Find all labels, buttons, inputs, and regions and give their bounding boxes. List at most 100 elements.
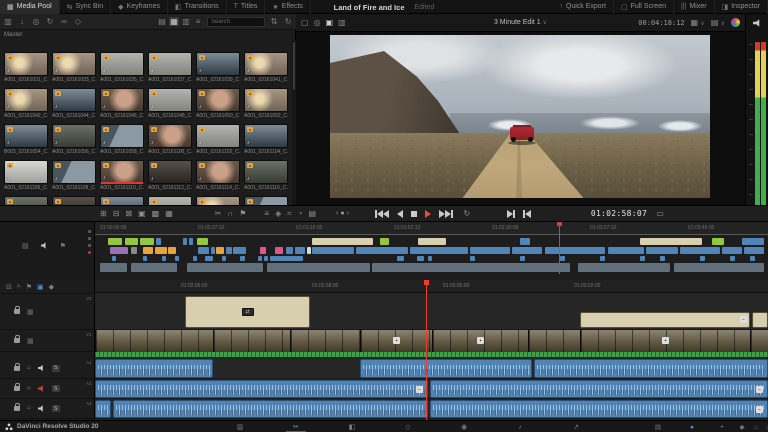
overview-clip[interactable] [397, 256, 404, 261]
camera-view-icon[interactable]: ▥ [338, 18, 346, 27]
overview-clip[interactable] [189, 238, 193, 245]
overview-clip[interactable] [187, 263, 263, 272]
overview-clip[interactable] [286, 247, 293, 254]
topbar-button-transitions[interactable]: ◧Transitions [168, 0, 227, 14]
previous-edit-icon[interactable] [523, 210, 531, 218]
page-fairlight-button[interactable]: ♪ [508, 421, 532, 432]
overview-clip[interactable] [608, 247, 644, 254]
topbar-button-effects[interactable]: ★Effects [265, 0, 311, 14]
next-edit-icon[interactable] [507, 210, 515, 218]
camera-lock-icon[interactable]: ▤ [308, 209, 316, 218]
media-clip[interactable]: ♪A001_02161058_C… [100, 124, 144, 155]
media-clip[interactable]: ♪A001_02161104_C… [244, 124, 288, 155]
media-clip[interactable]: ♪A001_02161128_C… [244, 196, 288, 205]
overview-clip[interactable] [226, 247, 232, 254]
overview-clip[interactable] [520, 256, 525, 261]
overview-clip[interactable] [560, 256, 565, 261]
overview-clip[interactable] [722, 247, 742, 254]
audio-clip-a1[interactable] [534, 359, 768, 378]
overview-clip[interactable] [156, 238, 161, 245]
overview-clip[interactable] [640, 256, 645, 261]
display-dropdown[interactable]: ▤ ∨ [711, 18, 725, 27]
overview-clip[interactable] [222, 256, 226, 261]
media-clip[interactable]: ♪A001_02161102_C… [196, 124, 240, 155]
overview-clip[interactable] [275, 247, 283, 254]
media-clip[interactable]: ♪A001_02161116_C… [244, 160, 288, 191]
overview-clip[interactable] [233, 247, 246, 254]
timeline-ruler[interactable]: 01:02:54:0001:02:56:0001:02:58:0001:03:0… [95, 280, 768, 293]
overview-clip[interactable] [470, 256, 475, 261]
media-clip[interactable]: ♪A001_02161046_C… [100, 88, 144, 119]
media-clip[interactable]: ♪A001_02161041_C… [244, 52, 288, 83]
overview-clip[interactable] [372, 263, 570, 272]
media-clip[interactable]: ♪A001_02161039_C… [196, 52, 240, 83]
video-clip-v1[interactable] [290, 330, 360, 352]
overview-clip[interactable] [750, 256, 755, 261]
import-media-icon[interactable]: ▥ [3, 17, 13, 26]
waveform-icon[interactable]: ≈ [17, 283, 21, 290]
overview-clip[interactable] [270, 256, 303, 261]
list-view-icon[interactable]: ≡ [193, 17, 203, 26]
append-icon[interactable]: ⊟ [113, 209, 120, 218]
media-clip[interactable]: ♪A001_02161118_C… [4, 196, 48, 205]
media-clip[interactable]: ♪A001_02161108_C… [52, 160, 96, 191]
overview-clip[interactable] [712, 238, 724, 245]
overview-clip[interactable] [264, 256, 268, 261]
auto-select-icon[interactable]: ≈ [27, 405, 31, 412]
camera-icon[interactable]: ◎ [31, 17, 41, 26]
overview-clip[interactable] [125, 238, 138, 245]
page-media-button[interactable]: ▥ [228, 421, 252, 432]
cloud-icon[interactable]: ● [684, 421, 700, 432]
overview-clip[interactable] [520, 238, 530, 245]
lock-icon[interactable] [14, 406, 20, 411]
track-header-V1[interactable]: ▦ [0, 330, 94, 352]
bin-name[interactable]: Master [4, 32, 22, 38]
overview-clip[interactable] [600, 256, 605, 261]
mute-speaker-icon[interactable] [753, 19, 762, 27]
overview-clip[interactable] [356, 247, 408, 254]
zoom-dropdown[interactable]: ▦ ∨ [691, 18, 705, 27]
filmstrip-view-icon[interactable]: ▤ [157, 17, 167, 26]
media-clip[interactable]: ♪A001_02161120_C… [52, 196, 96, 205]
audio-clip-a3[interactable] [430, 400, 768, 418]
overview-clip[interactable] [162, 256, 166, 261]
snap-icon[interactable]: ∩ [228, 209, 234, 218]
overview-clip[interactable] [100, 263, 127, 272]
video-clip-v1[interactable] [213, 330, 290, 352]
overview-clip[interactable] [312, 238, 373, 245]
trim-handle-icon[interactable]: − [416, 386, 423, 393]
clip-badge-icon[interactable]: ▪ [477, 337, 484, 344]
timeline-view-icon[interactable]: ▣ [326, 18, 334, 27]
video-enable-icon[interactable]: ▦ [27, 337, 34, 345]
overview-clip[interactable] [312, 247, 354, 254]
new-bin-icon[interactable]: ↓ [17, 17, 27, 26]
close-up-icon[interactable]: ▣ [138, 209, 146, 218]
media-clip[interactable]: ♪A001_02161126_C… [196, 196, 240, 205]
trim-handle-icon[interactable]: − [756, 386, 763, 393]
page-cut-button[interactable]: ✂ [284, 421, 308, 432]
clip-badge-icon[interactable]: ▪ [662, 337, 669, 344]
track-header-A1[interactable]: ≈S [0, 358, 94, 379]
overview-clip[interactable] [267, 263, 370, 272]
media-clip[interactable]: ♪A001_02161031_C… [4, 52, 48, 83]
trim-handle-icon[interactable]: − [756, 406, 763, 413]
media-clip[interactable]: ♪A001_02161056_C… [52, 124, 96, 155]
source-overwrite-icon[interactable]: ▦ [165, 209, 173, 218]
lock-icon[interactable] [14, 338, 20, 343]
overview-clip[interactable] [205, 256, 213, 261]
overview-clip[interactable] [193, 256, 197, 261]
solo-button[interactable]: S [52, 385, 60, 392]
smart-bin-icon[interactable]: ∞ [59, 17, 69, 26]
track-header-A2[interactable]: ≈S [0, 379, 94, 399]
transform-icon[interactable]: ◈ [275, 209, 281, 218]
media-clip[interactable]: ♪A001_02161048_C… [148, 88, 192, 119]
speaker-icon[interactable] [41, 242, 48, 249]
media-clip[interactable]: ♪A001_02161106_C… [4, 160, 48, 191]
trim-handle-icon[interactable]: − [740, 316, 747, 323]
lock-icon[interactable] [14, 386, 20, 391]
audio-clip-a1[interactable] [360, 359, 532, 378]
thumbnail-view-icon[interactable]: ▦ [169, 17, 179, 26]
overview-clip[interactable] [660, 256, 665, 261]
jog-control[interactable]: ‹ ● › [336, 210, 349, 217]
media-clip[interactable]: ♪A001_02161052_C… [244, 88, 288, 119]
